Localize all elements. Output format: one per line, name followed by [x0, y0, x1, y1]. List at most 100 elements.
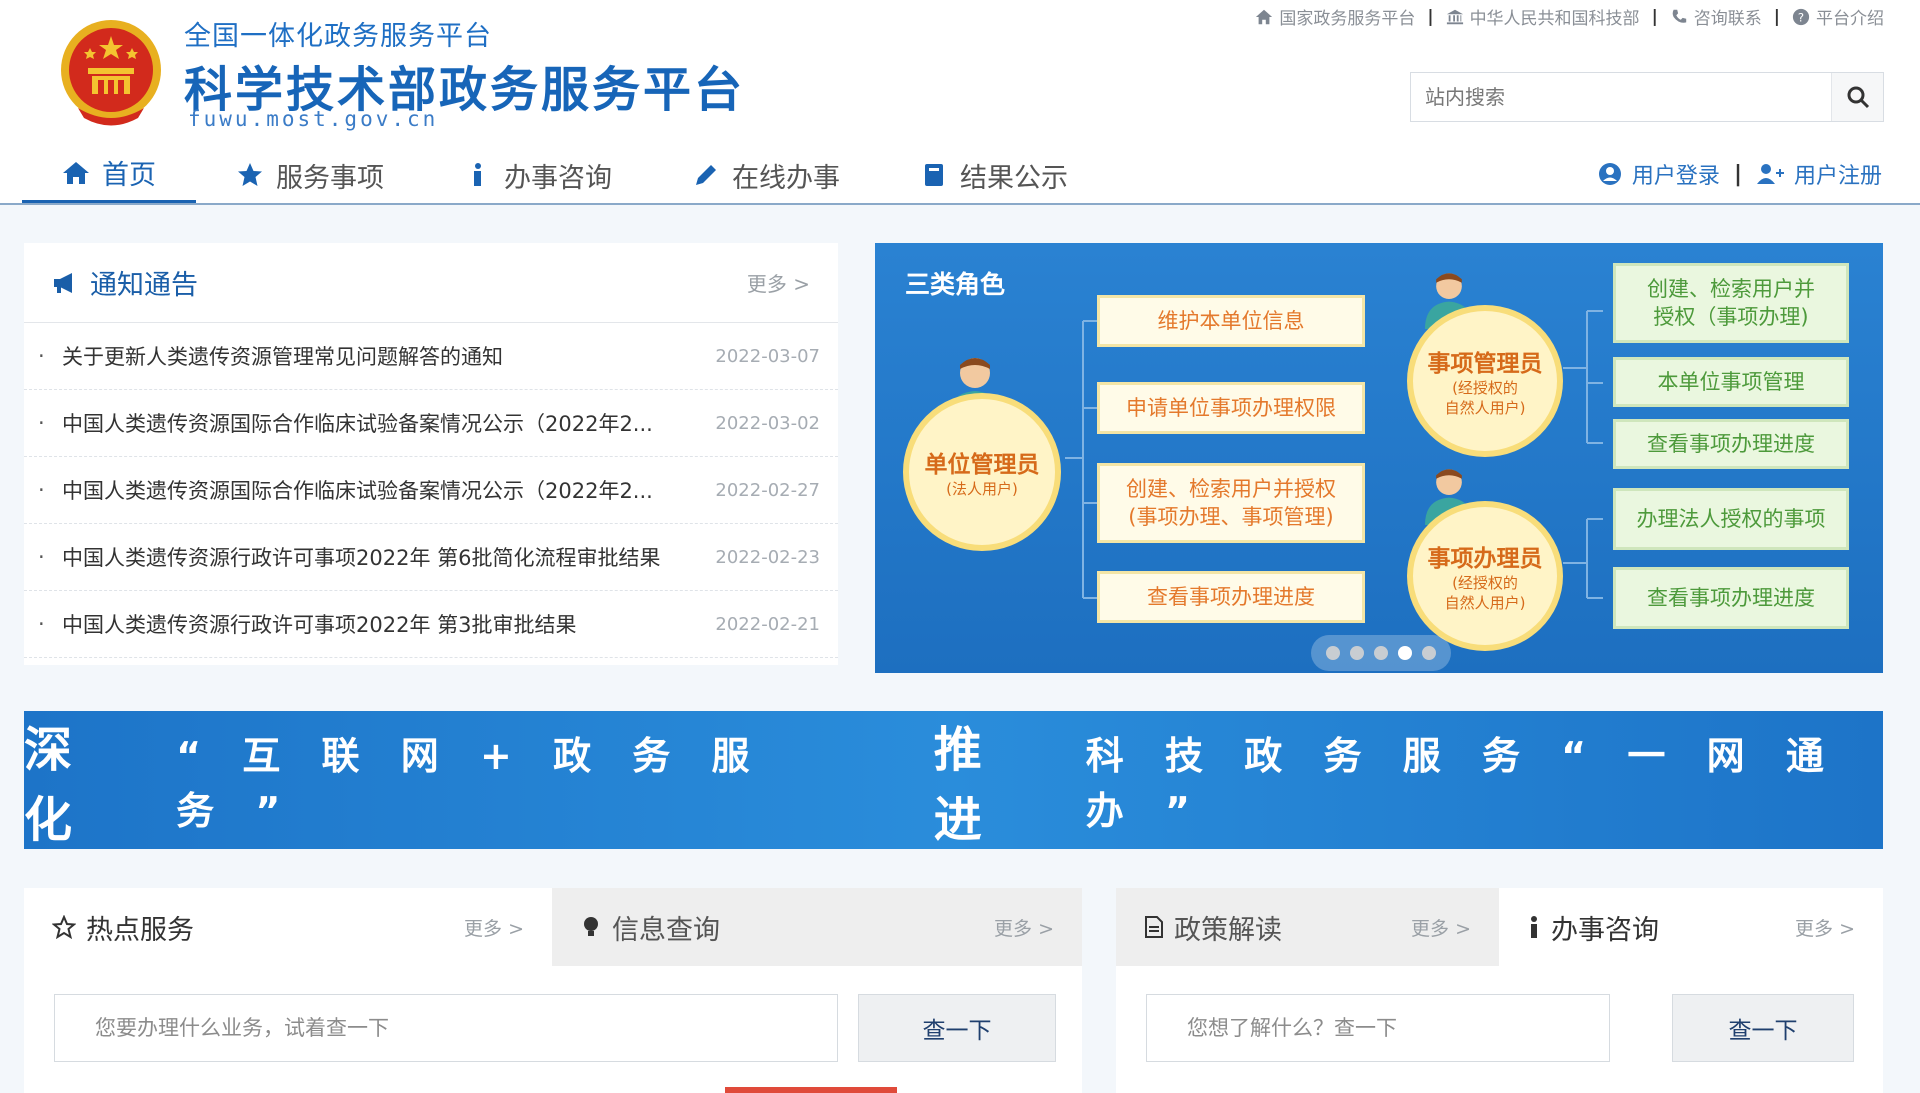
notice-title: 通知通告	[90, 270, 198, 301]
phone-icon	[1672, 9, 1686, 23]
role-name: 事项办理员	[1427, 546, 1543, 572]
star-icon	[238, 163, 262, 186]
notice-more-link[interactable]: 更多 >	[747, 268, 810, 297]
role-box: 查看事项办理进度	[1613, 419, 1849, 469]
top-link-contact[interactable]: 咨询联系	[1670, 4, 1762, 29]
notice-item-title[interactable]: 关于更新人类遗传资源管理常见问题解答的通知	[62, 341, 712, 371]
top-link-label: 国家政务服务平台	[1279, 9, 1416, 29]
bulb-icon	[584, 917, 598, 936]
carousel-dot-active[interactable]	[1398, 646, 1412, 660]
login-link[interactable]: 用户登录	[1632, 158, 1720, 190]
more-link[interactable]: 更多 >	[1411, 914, 1471, 941]
role-box-text: 授权（事项办理)	[1653, 305, 1809, 329]
carousel-dot[interactable]	[1326, 646, 1340, 660]
home-icon	[63, 161, 89, 184]
svg-text:?: ?	[1798, 10, 1804, 24]
bullet: ·	[38, 411, 45, 435]
carousel-dot[interactable]	[1422, 646, 1436, 660]
notice-item-title[interactable]: 中国人类遗传资源国际合作临床试验备案情况公示（2022年2...	[62, 408, 712, 438]
role-sub: (经授权的	[1452, 574, 1518, 592]
policy-search-button[interactable]: 查一下	[1672, 994, 1854, 1062]
pencil-icon	[696, 165, 716, 185]
notice-item-date: 2022-03-07	[715, 345, 820, 367]
platform-subtitle: 全国一体化政务服务平台	[184, 21, 492, 52]
tab-policy[interactable]: 政策解读 更多 >	[1116, 888, 1499, 966]
service-search-input[interactable]	[54, 994, 838, 1062]
policy-search-input[interactable]	[1146, 994, 1610, 1062]
list-item[interactable]: · 中国人类遗传资源国际合作临床试验备案情况公示（2022年2... 2022-…	[24, 390, 838, 457]
nav-services[interactable]: 服务事项	[196, 145, 424, 205]
nav-online[interactable]: 在线办事	[652, 145, 880, 205]
role-box: 创建、检索用户并授权 (事项办理、事项管理)	[1097, 463, 1365, 543]
nav-consult[interactable]: 办事咨询	[424, 145, 652, 205]
nav-label: 服务事项	[276, 162, 384, 194]
role-box-text: 查看事项办理进度	[1647, 586, 1815, 610]
role-box-text: (事项办理、事项管理)	[1128, 505, 1334, 529]
tab-info-query[interactable]: 信息查询 更多 >	[552, 888, 1082, 966]
role-sub: 自然人用户)	[1444, 594, 1526, 612]
carousel-dots	[1311, 635, 1451, 671]
roles-carousel[interactable]: 三类角色 单位管理员 (法人用户) 维护本单位信息 申请单位事项办理权限 创建、…	[875, 243, 1883, 673]
divider: |	[1651, 6, 1658, 27]
bullet: ·	[38, 545, 45, 569]
list-item[interactable]: · 中国人类遗传资源国际合作临床试验备案情况公示（2022年2... 2022-…	[24, 457, 838, 524]
question-circle-icon: ?	[1792, 8, 1810, 25]
list-item[interactable]: · 中国人类遗传资源行政许可事项2022年 第6批简化流程审批结果 2022-0…	[24, 524, 838, 591]
tab-label: 热点服务	[86, 914, 194, 946]
bullet: ·	[38, 344, 45, 368]
list-item[interactable]: · 中国人类遗传资源行政许可事项2022年 第3批审批结果 2022-02-21	[24, 591, 838, 658]
role-box-text: 本单位事项管理	[1657, 370, 1805, 394]
tab-label: 办事咨询	[1551, 914, 1659, 946]
more-link[interactable]: 更多 >	[464, 914, 524, 941]
role-box-text: 创建、检索用户并	[1647, 277, 1815, 301]
search-button[interactable]	[1831, 73, 1883, 121]
more-link[interactable]: 更多 >	[994, 914, 1054, 941]
role-box: 查看事项办理进度	[1613, 567, 1849, 629]
policy-panel: 政策解读 更多 > 办事咨询 更多 > 查一下	[1116, 888, 1883, 1093]
slogan-text: 推 进	[933, 722, 994, 848]
nav-results[interactable]: 结果公示	[880, 145, 1108, 205]
info-icon	[474, 163, 481, 186]
notice-item-date: 2022-02-21	[715, 613, 820, 635]
search-input[interactable]	[1411, 73, 1831, 121]
nav-label: 办事咨询	[504, 162, 612, 194]
top-link-national-platform[interactable]: 国家政务服务平台	[1255, 4, 1415, 29]
notice-item-title[interactable]: 中国人类遗传资源行政许可事项2022年 第3批审批结果	[62, 609, 712, 639]
decorative-bar	[725, 1087, 897, 1093]
top-links: 国家政务服务平台 | 中华人民共和国科技部 | 咨询联系 | ? 平台介绍	[1255, 4, 1884, 29]
notice-item-date: 2022-02-27	[715, 479, 820, 501]
tab-hot-services[interactable]: 热点服务 更多 >	[24, 888, 552, 966]
role-name: 事项管理员	[1427, 351, 1543, 377]
notice-item-date: 2022-03-02	[715, 412, 820, 434]
more-link[interactable]: 更多 >	[1795, 914, 1855, 941]
slogan-text: 深 化	[24, 722, 85, 848]
role-sub: 自然人用户)	[1444, 399, 1526, 417]
role-sub: (经授权的	[1452, 379, 1518, 397]
role-box: 办理法人授权的事项	[1613, 488, 1849, 550]
carousel-dot[interactable]	[1374, 646, 1388, 660]
top-link-label: 咨询联系	[1693, 9, 1762, 29]
document-icon	[1145, 916, 1163, 938]
notice-item-title[interactable]: 中国人类遗传资源国际合作临床试验备案情况公示（2022年2...	[62, 475, 712, 505]
top-link-about[interactable]: ? 平台介绍	[1792, 4, 1884, 29]
role-name: 单位管理员	[924, 452, 1040, 478]
tab-consult[interactable]: 办事咨询 更多 >	[1499, 888, 1883, 966]
notice-item-title[interactable]: 中国人类遗传资源行政许可事项2022年 第6批简化流程审批结果	[62, 542, 712, 572]
list-item[interactable]: · 关于更新人类遗传资源管理常见问题解答的通知 2022-03-07	[24, 323, 838, 390]
info-icon	[1531, 916, 1537, 938]
register-link[interactable]: 用户注册	[1794, 158, 1882, 190]
nav-divider	[0, 203, 1920, 205]
notice-item-date: 2022-02-23	[715, 546, 820, 568]
nav-label: 在线办事	[732, 162, 840, 194]
divider: |	[1773, 6, 1780, 27]
service-search-button[interactable]: 查一下	[858, 994, 1056, 1062]
carousel-dot[interactable]	[1350, 646, 1364, 660]
national-emblem-icon[interactable]	[58, 18, 164, 130]
top-link-most[interactable]: 中华人民共和国科技部	[1446, 4, 1640, 29]
bank-icon	[1446, 9, 1463, 24]
role-item-manager: 事项管理员 (经授权的 自然人用户)	[1407, 305, 1563, 457]
tab-bar: 热点服务 更多 > 信息查询 更多 >	[24, 888, 1082, 966]
notice-header: 通知通告 更多 >	[24, 243, 838, 323]
role-box: 本单位事项管理	[1613, 357, 1849, 407]
nav-home[interactable]: 首页	[22, 145, 196, 205]
